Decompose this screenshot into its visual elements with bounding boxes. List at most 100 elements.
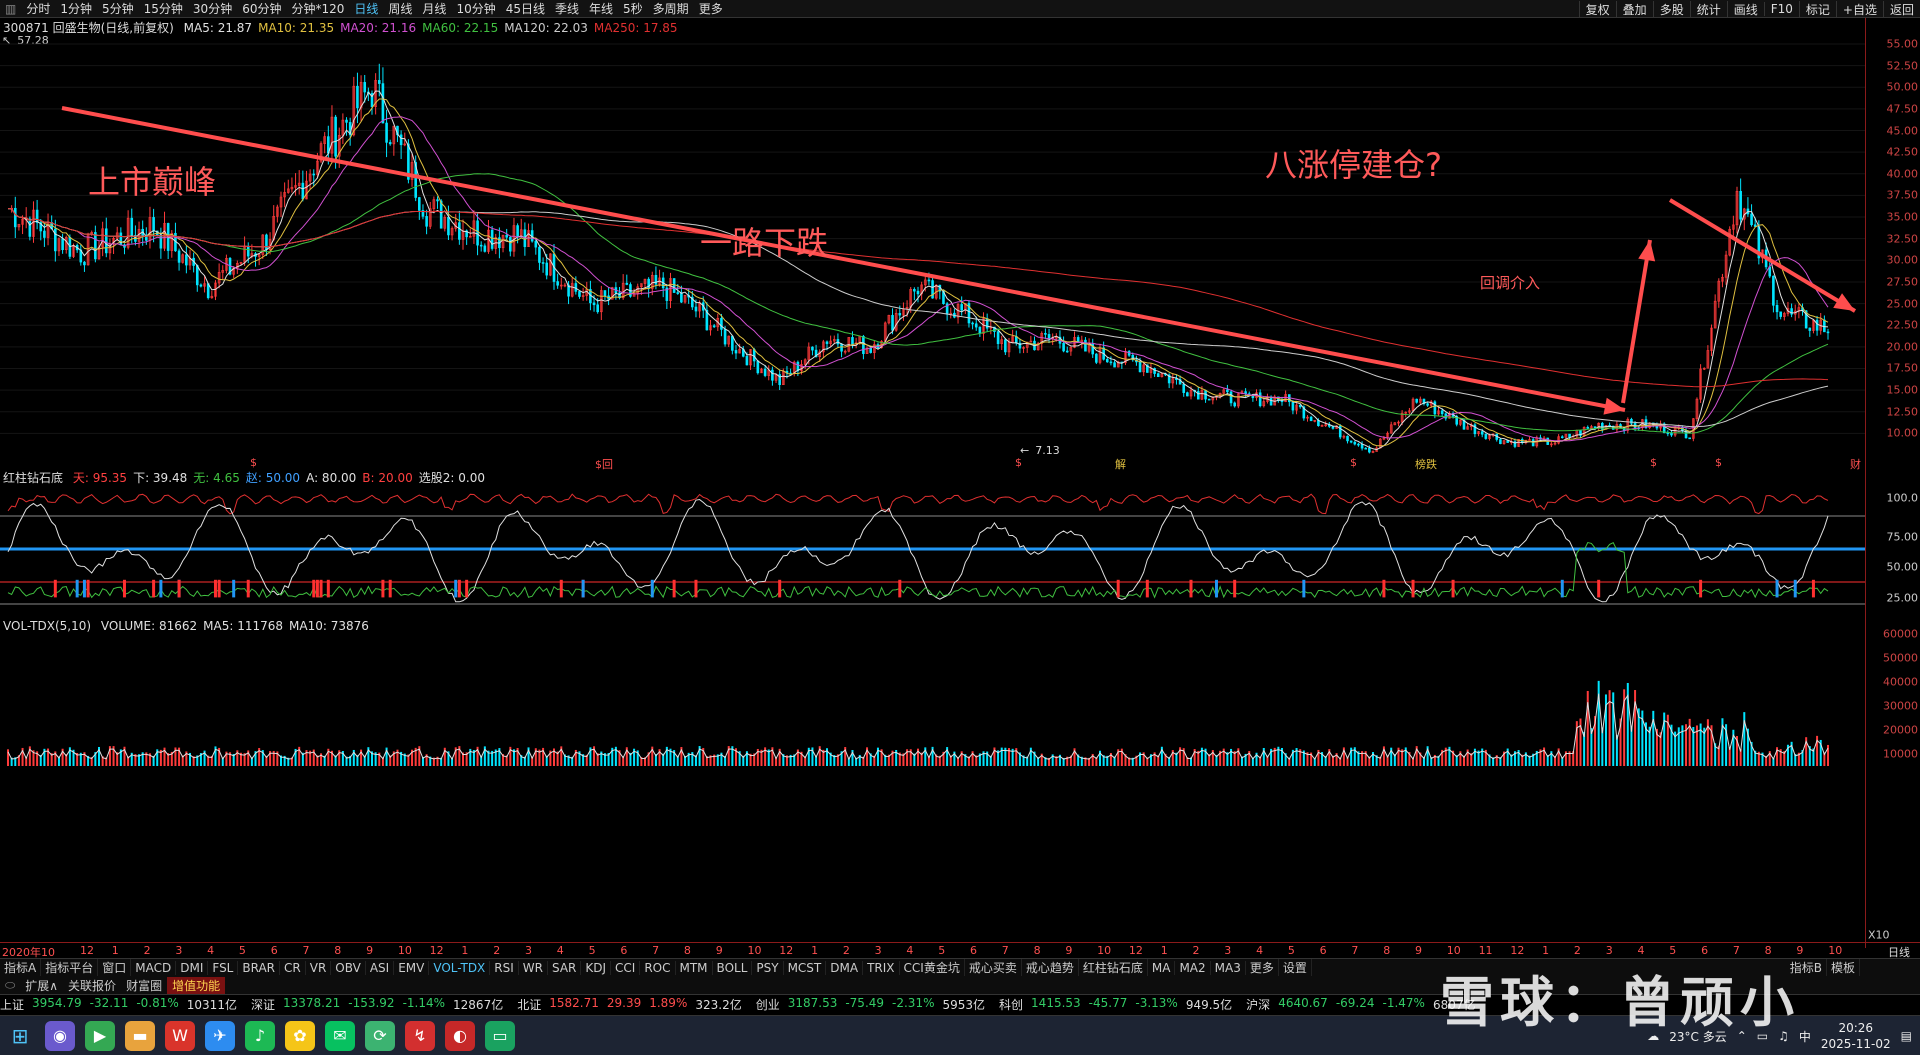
period-tab-5[interactable]: 60分钟 xyxy=(237,0,286,17)
indicator-tab-2[interactable]: 窗口 xyxy=(98,959,132,976)
indicator-tab-17[interactable]: CCI xyxy=(611,960,641,975)
clock[interactable]: 20:26 2025-11-02 xyxy=(1821,1020,1891,1052)
indicator-tab-20[interactable]: BOLL xyxy=(713,960,753,975)
period-tab-14[interactable]: 5秒 xyxy=(618,0,648,17)
toolbar-button-4[interactable]: 画线 xyxy=(1726,0,1764,17)
period-tab-10[interactable]: 10分钟 xyxy=(451,0,500,17)
taskbar-app-icon-8[interactable]: ⟳ xyxy=(365,1020,395,1051)
indicator-tab-30[interactable]: MA2 xyxy=(1175,960,1211,975)
market-index-3[interactable]: 创业 3187.53 -75.49 -2.31% 5953亿 xyxy=(756,996,985,1013)
taskbar-app-icon-3[interactable]: W xyxy=(165,1020,195,1051)
indicator-tab-16[interactable]: KDJ xyxy=(581,960,612,975)
period-tab-7[interactable]: 日线 xyxy=(349,0,383,17)
taskbar-app-icon-10[interactable]: ◐ xyxy=(445,1020,475,1051)
market-index-5[interactable]: 沪深 4640.67 -69.24 -1.47% 6807亿 xyxy=(1246,996,1475,1013)
indicator-tab-12[interactable]: VOL-TDX xyxy=(429,960,491,975)
toolbar-button-0[interactable]: 复权 xyxy=(1578,0,1616,17)
volume-chart[interactable] xyxy=(0,632,1865,767)
toolbar-button-2[interactable]: 多股 xyxy=(1652,0,1690,17)
indicator-tab-7[interactable]: CR xyxy=(280,960,306,975)
event-marker-7[interactable]: $ xyxy=(1715,456,1722,469)
indicator-tab-18[interactable]: ROC xyxy=(640,960,676,975)
market-index-1[interactable]: 深证 13378.21 -153.92 -1.14% 12867亿 xyxy=(251,996,503,1013)
indicator-tab-25[interactable]: CCI黄金坑 xyxy=(900,959,965,976)
indicator-tab-26[interactable]: 戒心买卖 xyxy=(965,959,1022,976)
period-tab-13[interactable]: 年线 xyxy=(584,0,618,17)
period-tab-11[interactable]: 45日线 xyxy=(501,0,550,17)
event-marker-8[interactable]: 财 xyxy=(1850,456,1861,472)
taskbar-app-icon-9[interactable]: ↯ xyxy=(405,1020,435,1051)
toolbar-button-6[interactable]: 标记 xyxy=(1798,0,1836,17)
tray-chevron-icon[interactable]: ⌃ xyxy=(1737,1029,1747,1043)
indicator-chart[interactable] xyxy=(0,484,1865,614)
period-tab-9[interactable]: 月线 xyxy=(417,0,451,17)
taskbar-app-icon-4[interactable]: ✈ xyxy=(205,1020,235,1051)
event-marker-2[interactable]: $ xyxy=(1015,456,1022,469)
toggle-switch-icon[interactable]: ⬭ xyxy=(0,978,20,993)
taskbar-app-icon-7[interactable]: ✉ xyxy=(325,1020,355,1051)
period-tab-15[interactable]: 多周期 xyxy=(648,0,694,17)
indicator-tab-8[interactable]: VR xyxy=(306,960,332,975)
event-marker-6[interactable]: $ xyxy=(1650,456,1657,469)
indicator-tab-33[interactable]: 设置 xyxy=(1279,959,1312,976)
windows-start-icon[interactable]: ⊞ xyxy=(5,1021,35,1051)
period-tab-1[interactable]: 1分钟 xyxy=(55,0,97,17)
indicator-tab-5[interactable]: FSL xyxy=(208,960,239,975)
indicator-tab-21[interactable]: PSY xyxy=(752,960,784,975)
extension-tab-3[interactable]: 增值功能 xyxy=(167,976,226,994)
period-tab-3[interactable]: 15分钟 xyxy=(139,0,188,17)
indicator-tab-27[interactable]: 戒心趋势 xyxy=(1022,959,1079,976)
toolbar-button-3[interactable]: 统计 xyxy=(1689,0,1727,17)
volume-icon[interactable]: ♫ xyxy=(1778,1029,1789,1043)
period-tab-6[interactable]: 分钟*120 xyxy=(286,0,349,17)
taskbar-app-icon-2[interactable]: ▬ xyxy=(125,1020,155,1051)
indicator-tab-19[interactable]: MTM xyxy=(676,960,713,975)
indicator-tab-24[interactable]: TRIX xyxy=(863,960,900,975)
period-tab-16[interactable]: 更多 xyxy=(694,0,728,17)
candlestick-chart[interactable] xyxy=(0,18,1865,468)
period-tab-2[interactable]: 5分钟 xyxy=(97,0,139,17)
ime-indicator[interactable]: 中 xyxy=(1799,1028,1811,1045)
toolbar-button-7[interactable]: +自选 xyxy=(1835,0,1883,17)
event-marker-0[interactable]: $ xyxy=(250,456,257,469)
extension-tab-0[interactable]: 扩展∧ xyxy=(20,977,63,994)
indicator-tab-15[interactable]: SAR xyxy=(548,960,582,975)
indicator-tab-1[interactable]: 指标平台 xyxy=(41,959,99,976)
indicator-tab-23[interactable]: DMA xyxy=(826,960,864,975)
indicator-tab-31[interactable]: MA3 xyxy=(1211,960,1246,975)
market-index-2[interactable]: 北证 1582.71 29.39 1.89% 323.2亿 xyxy=(517,996,741,1013)
period-tab-0[interactable]: 分时 xyxy=(21,0,55,17)
indicator-tab-3[interactable]: MACD xyxy=(131,960,177,975)
tab-right-0[interactable]: 指标B xyxy=(1786,959,1827,976)
taskbar-app-icon-11[interactable]: ▭ xyxy=(485,1020,515,1051)
event-marker-1[interactable]: $回 xyxy=(595,456,613,472)
market-index-0[interactable]: 上证 3954.79 -32.11 -0.81% 10311亿 xyxy=(0,996,237,1013)
event-marker-5[interactable]: 榜跌 xyxy=(1415,456,1437,472)
indicator-tab-9[interactable]: OBV xyxy=(331,960,366,975)
indicator-tab-13[interactable]: RSI xyxy=(490,960,519,975)
indicator-tab-32[interactable]: 更多 xyxy=(1246,959,1279,976)
indicator-tab-4[interactable]: DMI xyxy=(176,960,209,975)
notification-icon[interactable]: ▤ xyxy=(1901,1029,1912,1043)
indicator-tab-22[interactable]: MCST xyxy=(784,960,827,975)
toolbar-button-8[interactable]: 返回 xyxy=(1882,0,1920,17)
indicator-tab-11[interactable]: EMV xyxy=(394,960,430,975)
network-icon[interactable]: ▭ xyxy=(1757,1029,1768,1043)
toolbar-button-1[interactable]: 叠加 xyxy=(1615,0,1653,17)
toolbar-button-5[interactable]: F10 xyxy=(1763,2,1799,16)
market-index-4[interactable]: 科创 1415.53 -45.77 -3.13% 949.5亿 xyxy=(999,996,1232,1013)
taskbar-app-icon-0[interactable]: ◉ xyxy=(45,1020,75,1051)
indicator-tab-0[interactable]: 指标A xyxy=(0,959,42,976)
taskbar-app-icon-6[interactable]: ✿ xyxy=(285,1020,315,1051)
indicator-tab-28[interactable]: 红柱钻石底 xyxy=(1079,959,1148,976)
taskbar-app-icon-1[interactable]: ▶ xyxy=(85,1020,115,1051)
indicator-tab-10[interactable]: ASI xyxy=(366,960,395,975)
extension-tab-2[interactable]: 财富圈 xyxy=(121,977,167,994)
menu-icon[interactable]: ▥ xyxy=(0,2,21,16)
indicator-tab-14[interactable]: WR xyxy=(519,960,548,975)
period-tab-4[interactable]: 30分钟 xyxy=(188,0,237,17)
indicator-tab-6[interactable]: BRAR xyxy=(238,960,281,975)
taskbar-app-icon-5[interactable]: ♪ xyxy=(245,1020,275,1051)
extension-tab-1[interactable]: 关联报价 xyxy=(63,977,121,994)
period-tab-8[interactable]: 周线 xyxy=(383,0,417,17)
